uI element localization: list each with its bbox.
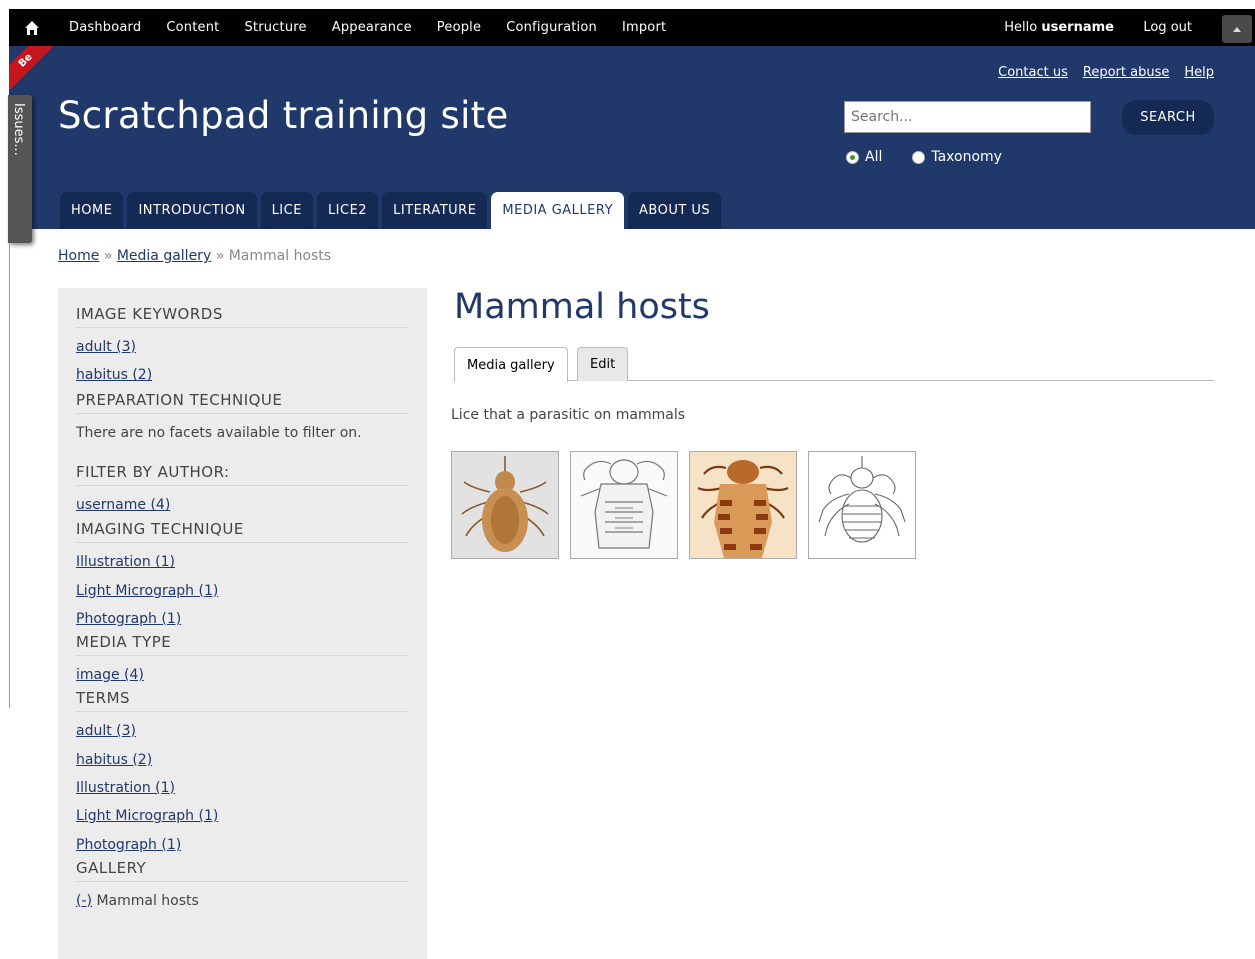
louse-micrograph-image (690, 452, 796, 558)
nav-tab-lice[interactable]: LICE (260, 192, 313, 229)
breadcrumb-separator: » (103, 248, 113, 264)
admin-menu-configuration[interactable]: Configuration (506, 20, 597, 35)
issues-side-tab[interactable]: Issues... (8, 95, 32, 243)
nav-tab-literature[interactable]: LITERATURE (382, 192, 488, 229)
logout-link[interactable]: Log out (1143, 20, 1192, 35)
admin-toolbar: Dashboard Content Structure Appearance P… (9, 9, 1255, 46)
facet-title: FILTER BY AUTHOR: (76, 463, 409, 487)
report-abuse-link[interactable]: Report abuse (1083, 65, 1169, 80)
facet-imaging-technique: IMAGING TECHNIQUE Illustration (1) Light… (76, 520, 409, 633)
facet-link[interactable]: habitus (2) (76, 748, 409, 776)
facet-filter-by-author: FILTER BY AUTHOR: username (4) (76, 463, 409, 520)
facet-title: IMAGE KEYWORDS (76, 305, 409, 328)
breadcrumb: Home » Media gallery » Mammal hosts (58, 248, 331, 264)
issues-label: Issues... (11, 103, 26, 156)
search-scope-taxonomy[interactable]: Taxonomy (912, 149, 1002, 165)
facet-link[interactable]: adult (3) (76, 719, 409, 747)
radio-icon[interactable] (912, 150, 926, 164)
facet-active-item: (-) Mammal hosts (76, 889, 409, 913)
facet-title: IMAGING TECHNIQUE (76, 520, 409, 544)
page-title: Mammal hosts (454, 287, 710, 327)
facet-media-type: MEDIA TYPE image (4) (76, 633, 409, 689)
radio-selected-icon[interactable] (846, 150, 859, 164)
admin-menu-dashboard[interactable]: Dashboard (69, 20, 141, 35)
breadcrumb-media-gallery[interactable]: Media gallery (117, 248, 211, 264)
facet-sidebar: IMAGE KEYWORDS adult (3) habitus (2) PRE… (58, 288, 427, 959)
facet-link[interactable]: habitus (2) (76, 363, 409, 387)
facet-link[interactable]: Photograph (1) (76, 833, 409, 859)
gallery-thumbnail[interactable] (570, 451, 678, 559)
help-link[interactable]: Help (1184, 65, 1214, 80)
facet-link[interactable]: Illustration (1) (76, 550, 409, 578)
facet-empty-message: There are no facets available to filter … (76, 425, 362, 442)
facet-link[interactable]: Light Micrograph (1) (76, 804, 409, 832)
facet-link[interactable]: Light Micrograph (1) (76, 579, 409, 607)
facet-link[interactable]: image (4) (76, 663, 409, 689)
contact-us-link[interactable]: Contact us (998, 65, 1068, 80)
admin-menu-appearance[interactable]: Appearance (332, 20, 412, 35)
ribbon-label: Be (9, 46, 54, 91)
secondary-links: Contact us Report abuse Help (998, 65, 1214, 80)
chevron-up-icon (1233, 27, 1241, 32)
facet-preparation-technique: PREPARATION TECHNIQUE There are no facet… (76, 391, 409, 445)
beta-ribbon[interactable]: Be (9, 46, 54, 91)
main-nav: HOME INTRODUCTION LICE LICE2 LITERATURE … (60, 192, 722, 229)
tab-media-gallery[interactable]: Media gallery (454, 347, 568, 382)
nav-tab-about-us[interactable]: ABOUT US (628, 192, 722, 229)
toolbar-toggle-button[interactable] (1222, 15, 1252, 43)
tab-edit[interactable]: Edit (577, 347, 629, 381)
facet-link[interactable]: Illustration (1) (76, 776, 409, 804)
gallery-description: Lice that a parasitic on mammals (451, 407, 686, 423)
facet-title: PREPARATION TECHNIQUE (76, 391, 409, 415)
breadcrumb-current: Mammal hosts (228, 248, 332, 264)
gallery-thumbnail[interactable] (689, 451, 797, 559)
louse-photo-image (452, 452, 558, 558)
username[interactable]: username (1041, 20, 1114, 35)
admin-menu-people[interactable]: People (437, 20, 481, 35)
user-greeting: Hello username (1004, 20, 1114, 35)
gallery-thumbnail[interactable] (808, 451, 916, 559)
facet-active-label: Mammal hosts (96, 892, 199, 909)
admin-menu-structure[interactable]: Structure (244, 20, 306, 35)
admin-menu-content[interactable]: Content (166, 20, 219, 35)
louse-drawing-image (571, 452, 677, 558)
greeting-text: Hello (1004, 20, 1038, 35)
home-icon[interactable] (9, 9, 55, 46)
facet-gallery: GALLERY (-) Mammal hosts (76, 859, 409, 913)
site-name[interactable]: Scratchpad training site (58, 94, 509, 137)
facet-title: MEDIA TYPE (76, 633, 409, 657)
search-scope-all[interactable]: All (846, 149, 882, 165)
search-button[interactable]: SEARCH (1122, 100, 1214, 135)
admin-menu-import[interactable]: Import (622, 20, 666, 35)
facet-title: TERMS (76, 689, 409, 713)
facet-remove-link[interactable]: (-) (76, 893, 92, 909)
nav-tab-media-gallery[interactable]: MEDIA GALLERY (491, 192, 625, 229)
gallery-thumbnail[interactable] (451, 451, 559, 559)
facet-link[interactable]: Photograph (1) (76, 607, 409, 633)
breadcrumb-separator: » (215, 248, 225, 264)
facet-link[interactable]: username (4) (76, 493, 409, 520)
facet-terms: TERMS adult (3) habitus (2) Illustration… (76, 689, 409, 859)
facet-title: GALLERY (76, 859, 409, 882)
search-input[interactable] (844, 101, 1091, 133)
divider (9, 243, 10, 708)
local-tabs: Media gallery Edit (454, 347, 1214, 382)
nav-tab-lice2[interactable]: LICE2 (316, 192, 379, 229)
nav-tab-introduction[interactable]: INTRODUCTION (127, 192, 257, 229)
breadcrumb-home[interactable]: Home (58, 248, 99, 264)
search-scope: All Taxonomy (846, 149, 1002, 165)
search-scope-taxonomy-label: Taxonomy (931, 149, 1002, 165)
louse-illustration-image (809, 452, 915, 558)
search-scope-all-label: All (865, 149, 883, 165)
facet-link[interactable]: adult (3) (76, 335, 409, 363)
facet-image-keywords: IMAGE KEYWORDS adult (3) habitus (2) (76, 305, 409, 387)
nav-tab-home[interactable]: HOME (60, 192, 124, 229)
admin-menu: Dashboard Content Structure Appearance P… (69, 9, 691, 46)
